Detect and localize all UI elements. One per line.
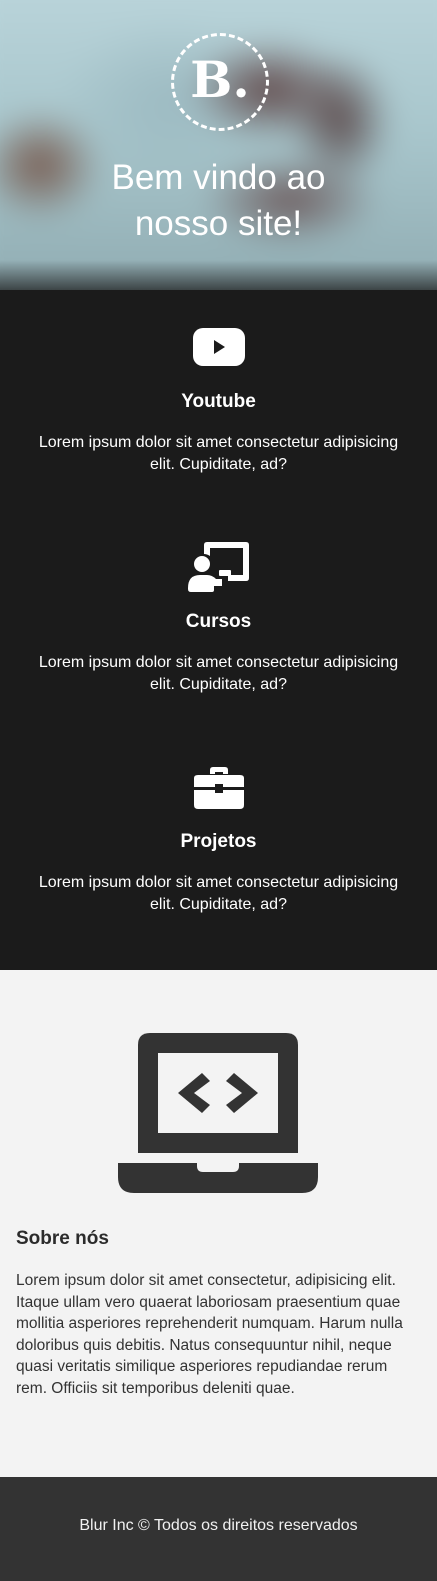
about-section: Sobre nós Lorem ipsum dolor sit amet con… [0, 970, 437, 1477]
site-logo[interactable]: B. [171, 33, 269, 131]
footer-copyright: Blur Inc © Todos os direitos reservados [79, 1517, 358, 1534]
briefcase-icon [193, 767, 244, 809]
laptop-code-icon [118, 1033, 318, 1193]
service-description: Lorem ipsum dolor sit amet consectetur a… [38, 434, 399, 473]
service-card-projetos: Projetos Lorem ipsum dolor sit amet cons… [0, 767, 437, 916]
teacher-screen-icon [187, 542, 249, 592]
footer: Blur Inc © Todos os direitos reservados [0, 1477, 437, 1581]
service-description: Lorem ipsum dolor sit amet consectetur a… [38, 654, 399, 693]
hero-title: Bem vindo ao nosso site! [111, 158, 326, 243]
services-section: Youtube Lorem ipsum dolor sit amet conse… [0, 290, 437, 970]
about-description: Lorem ipsum dolor sit amet consectetur, … [16, 1272, 403, 1397]
service-description: Lorem ipsum dolor sit amet consectetur a… [38, 874, 399, 913]
service-card-youtube: Youtube Lorem ipsum dolor sit amet conse… [0, 328, 437, 476]
service-title: Projetos [180, 831, 257, 852]
service-title: Cursos [185, 611, 252, 632]
youtube-icon [192, 328, 245, 366]
service-title: Youtube [181, 391, 256, 412]
hero-banner: B. Bem vindo ao nosso site! [0, 0, 437, 300]
about-title: Sobre nós [16, 1228, 109, 1249]
logo-text: B. [190, 50, 250, 109]
service-card-cursos: Cursos Lorem ipsum dolor sit amet consec… [0, 542, 437, 696]
